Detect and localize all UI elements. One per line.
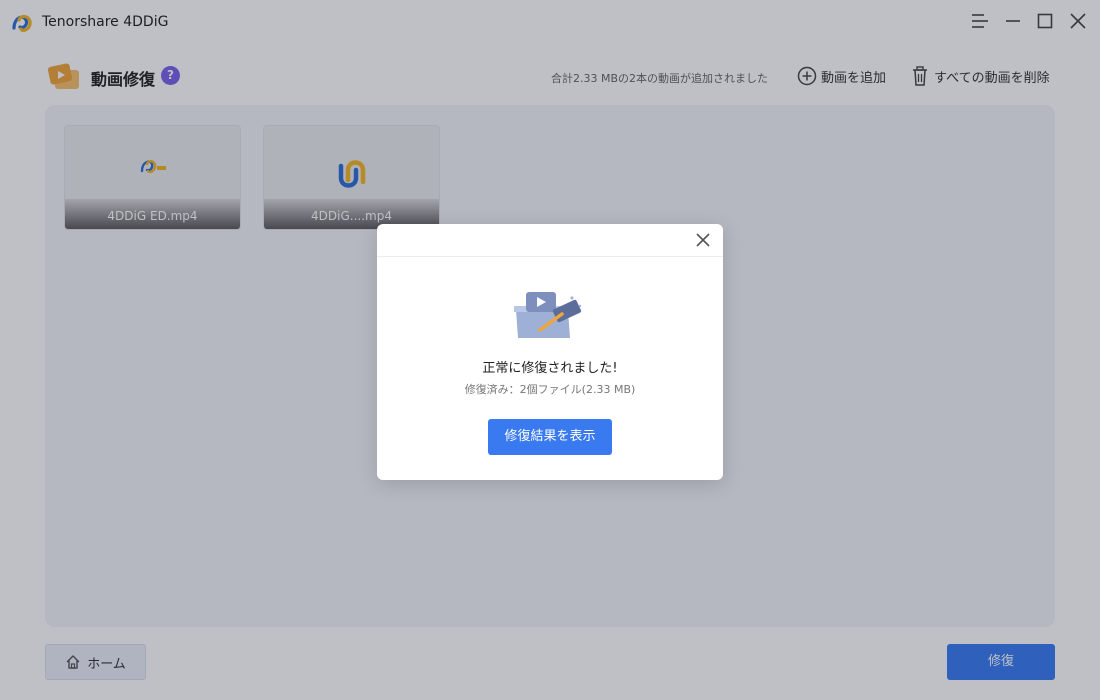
repaired-detail: 修復済み：2個ファイル(2.33 MB) [464, 383, 636, 396]
dialog-close-icon[interactable] [695, 232, 711, 248]
repair-toolbox-icon [514, 292, 582, 338]
dialog-divider [377, 256, 723, 257]
success-message: 正常に修復されました! [482, 361, 618, 376]
view-results-button[interactable]: 修復結果を表示 [488, 419, 612, 455]
repair-success-dialog: 正常に修復されました! 修復済み：2個ファイル(2.33 MB) 修復結果を表示 [377, 224, 723, 480]
